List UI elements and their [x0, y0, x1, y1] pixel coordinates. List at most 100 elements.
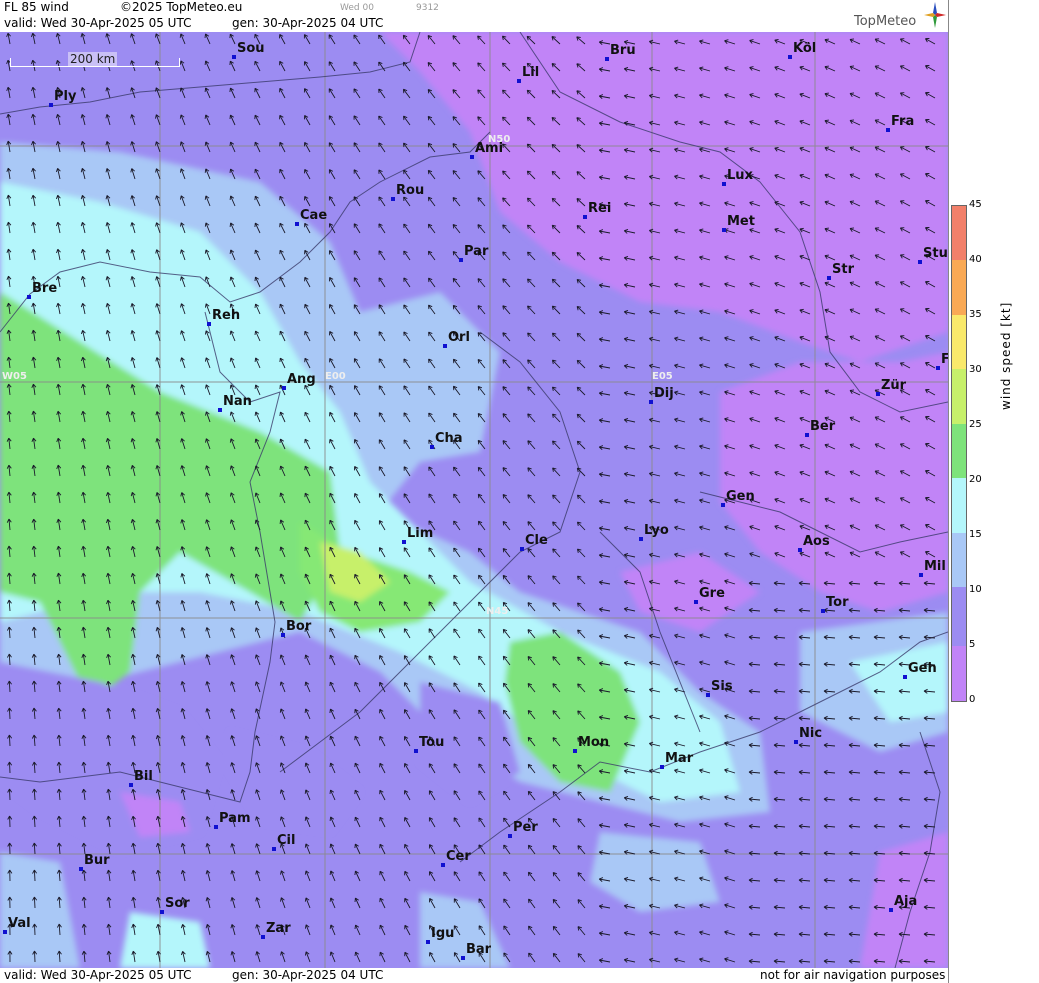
city-label: Str — [832, 262, 854, 277]
city-marker — [520, 547, 524, 551]
city-marker — [788, 55, 792, 59]
city-marker — [649, 400, 653, 404]
city-label: Nan — [223, 394, 252, 409]
city-label: Igu — [431, 926, 455, 941]
colorbar-tick: 15 — [969, 529, 982, 540]
city-marker — [794, 740, 798, 744]
colorbar-tick: 0 — [969, 694, 976, 705]
footer-valid-time: valid: Wed 30-Apr-2025 05 UTC — [4, 968, 192, 982]
city-marker — [281, 633, 285, 637]
city-label: Ami — [475, 141, 504, 156]
footer-disclaimer: not for air navigation purposes — [760, 968, 946, 982]
grid-label-w05: W05 — [2, 371, 27, 382]
city-marker — [426, 940, 430, 944]
city-marker — [694, 600, 698, 604]
city-label: Mar — [665, 751, 694, 766]
colorbar-label: wind speed [kt] — [999, 301, 1013, 410]
city-label: Bar — [466, 942, 492, 957]
city-marker — [295, 222, 299, 226]
city-marker — [391, 197, 395, 201]
city-label: Fra — [891, 114, 915, 129]
city-marker — [918, 260, 922, 264]
city-marker — [282, 386, 286, 390]
copyright: ©2025 TopMeteo.eu — [120, 0, 243, 14]
colorbar — [951, 205, 967, 702]
city-label: Par — [464, 244, 489, 259]
city-label: Sor — [165, 896, 190, 911]
city-marker — [214, 825, 218, 829]
wind-map[interactable]: 200 km N50 N45 W05 E00 E05 Sou Bru Köl Lil P… — [0, 32, 948, 968]
city-marker — [876, 392, 880, 396]
city-label: Aja — [894, 894, 918, 909]
colorbar-tick: 35 — [969, 309, 982, 320]
city-label: Bur — [84, 853, 110, 868]
city-label: Cha — [435, 431, 463, 446]
city-marker — [573, 749, 577, 753]
city-marker — [3, 930, 7, 934]
city-label: Bru — [610, 43, 636, 58]
city-marker — [889, 908, 893, 912]
city-label: Lim — [407, 526, 434, 541]
city-marker — [49, 103, 53, 107]
run-label: Wed 00 — [340, 3, 374, 13]
grid-label-e05: E05 — [652, 371, 673, 382]
city-marker — [414, 749, 418, 753]
city-label: Sou — [237, 41, 265, 56]
city-label: Bil — [134, 769, 153, 784]
city-label: Rou — [396, 183, 425, 198]
colorbar-tick: 30 — [969, 364, 982, 375]
city-marker — [430, 445, 434, 449]
city-label: Gre — [699, 586, 725, 601]
city-marker — [919, 573, 923, 577]
city-label: Nic — [799, 726, 823, 741]
city-marker — [639, 537, 643, 541]
colorbar-tick: 40 — [969, 254, 982, 265]
city-marker — [232, 55, 236, 59]
city-label: Lyo — [644, 523, 669, 538]
colorbar-tick: 45 — [969, 199, 982, 210]
city-marker — [936, 366, 940, 370]
valid-time: valid: Wed 30-Apr-2025 05 UTC — [4, 16, 192, 30]
city-label: Geh — [908, 661, 937, 676]
grid-label-n45: N45 — [486, 606, 509, 617]
city-label: Per — [513, 820, 538, 835]
legend-panel: 45 40 35 30 25 20 15 10 5 0 wind speed [kt] — [948, 0, 1039, 983]
city-marker — [827, 276, 831, 280]
city-label: Val — [8, 916, 31, 931]
city-label: Cle — [525, 533, 548, 548]
city-label: Lux — [727, 168, 753, 183]
city-label: Mon — [578, 735, 610, 750]
city-marker — [207, 322, 211, 326]
city-marker — [272, 847, 276, 851]
city-label: Cer — [446, 849, 471, 864]
city-marker — [706, 693, 710, 697]
city-label: Reh — [212, 308, 241, 323]
city-marker — [27, 295, 31, 299]
city-marker — [886, 128, 890, 132]
city-label: Ply — [54, 89, 77, 104]
city-marker — [798, 548, 802, 552]
city-label: Zar — [266, 921, 291, 936]
city-marker — [722, 182, 726, 186]
scale-bar: 200 km — [10, 52, 180, 68]
city-marker — [441, 863, 445, 867]
city-label: Pam — [219, 811, 251, 826]
footer-gen-time: gen: 30-Apr-2025 04 UTC — [232, 968, 384, 982]
city-label: Zür — [881, 378, 907, 393]
footer: valid: Wed 30-Apr-2025 05 UTC gen: 30-Ap… — [0, 968, 948, 983]
city-label: Bor — [286, 619, 312, 634]
scale-bar-label: 200 km — [68, 52, 118, 66]
city-marker — [508, 834, 512, 838]
wind-speed-field — [0, 32, 948, 968]
city-marker — [470, 155, 474, 159]
gen-time: gen: 30-Apr-2025 04 UTC — [232, 16, 384, 30]
city-label: Tor — [826, 595, 849, 610]
city-label: Cae — [300, 208, 328, 223]
city-label: Bre — [32, 281, 58, 296]
city-marker — [660, 765, 664, 769]
city-marker — [461, 956, 465, 960]
city-marker — [517, 79, 521, 83]
city-marker — [79, 867, 83, 871]
colorbar-tick: 10 — [969, 584, 982, 595]
header: FL 85 wind ©2025 TopMeteo.eu Wed 00 9312… — [0, 0, 948, 32]
